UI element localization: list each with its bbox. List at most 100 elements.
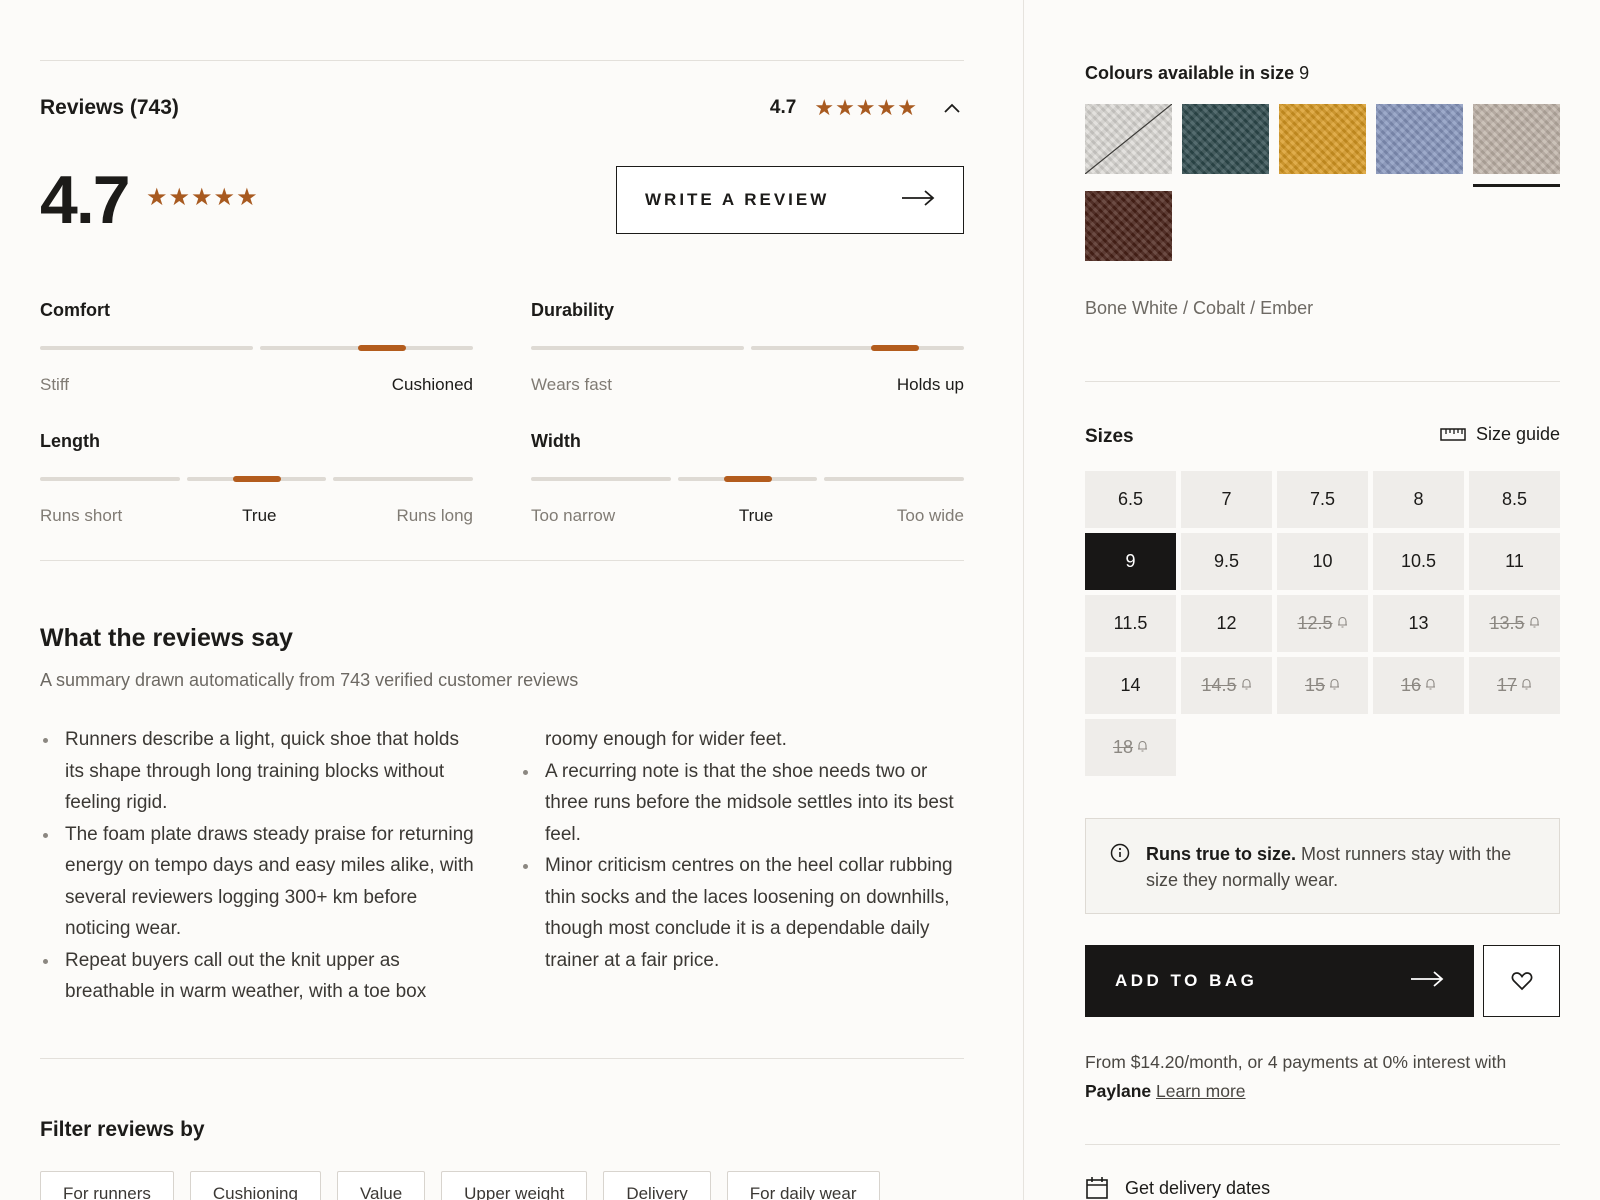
size-option[interactable]: 13.5 (1469, 595, 1560, 652)
finance-text: From $14.20/month, or 4 payments at 0% i… (1085, 1052, 1507, 1072)
filter-chip[interactable]: Cushioning (189, 1171, 321, 1200)
filter-chip[interactable]: Value (336, 1171, 426, 1200)
delivery-dates-link[interactable]: Get delivery dates (1085, 1176, 1270, 1200)
star-icon: ★ (236, 184, 258, 211)
teal-swatch[interactable] (1182, 104, 1269, 174)
arrow-right-icon (1410, 970, 1444, 992)
sizes-title: Sizes (1085, 426, 1134, 447)
chevron-up-icon[interactable] (940, 96, 964, 120)
track-segment (40, 477, 180, 481)
star-icon: ★ (213, 184, 236, 211)
size-option[interactable]: 9 (1085, 533, 1176, 590)
size-option[interactable]: 8 (1373, 471, 1464, 528)
summary-column-2: roomy enough for wider feet. A recurring… (520, 724, 960, 976)
bell-icon (1337, 616, 1348, 631)
size-option[interactable]: 7.5 (1277, 471, 1368, 528)
star-icon: ★ (146, 184, 168, 211)
size-option[interactable]: 13 (1373, 595, 1464, 652)
size-option[interactable]: 11.5 (1085, 595, 1176, 652)
filter-chip[interactable]: Delivery (603, 1171, 711, 1200)
selected-indicator (1473, 184, 1560, 187)
size-guide-label: Size guide (1475, 424, 1560, 444)
filter-title: Filter reviews by (40, 1118, 205, 1141)
colours-label-text: Colours available in size (1085, 63, 1295, 83)
write-review-button[interactable]: WRITE A REVIEW (616, 166, 964, 234)
size-option[interactable]: 17 (1469, 657, 1560, 714)
size-option[interactable]: 16 (1373, 657, 1464, 714)
metric-label: Too narrow (531, 506, 616, 525)
size-label: 7.5 (1309, 489, 1336, 509)
metric-label: Stiff (40, 375, 69, 394)
learn-more-link[interactable]: Learn more (1156, 1081, 1246, 1101)
reviews-panel: Reviews (743) 4.7 ★ ★ ★ ★ ★ 4.7 ★ ★ ★ ★ ★ WRITE … (40, 0, 965, 1200)
star-icon: ★ (191, 184, 213, 211)
add-to-bag-label: ADD TO BAG (1115, 971, 1258, 990)
star-icon: ★ (855, 95, 876, 120)
star-icon: ★ (835, 95, 855, 120)
size-option[interactable]: 11 (1469, 533, 1560, 590)
summary-bullet: The foam plate draws steady praise for r… (40, 819, 480, 945)
filter-chip[interactable]: For runners (40, 1171, 174, 1200)
size-option[interactable]: 10 (1277, 533, 1368, 590)
calendar-icon (1086, 1177, 1108, 1199)
size-option[interactable]: 14.5 (1181, 657, 1272, 714)
arrow-right-icon (901, 189, 935, 211)
filter-chip[interactable]: For daily wear (726, 1171, 880, 1200)
metric-length: Length Runs short True Runs long (40, 431, 474, 525)
reviews-title: Reviews (743) (40, 96, 179, 119)
divider (40, 60, 964, 61)
cobalt-swatch[interactable] (1376, 104, 1463, 174)
colour-swatches (1085, 104, 1560, 261)
swatch-image (1182, 104, 1269, 174)
metric-label: Holds up (896, 375, 964, 394)
size-label: 13.5 (1489, 613, 1525, 633)
reviews-summary-toggle[interactable]: 4.7 ★ ★ ★ ★ ★ (770, 96, 964, 120)
metric-label: Runs short (40, 506, 123, 525)
track-segment (40, 346, 253, 350)
write-review-label: WRITE A REVIEW (645, 190, 830, 209)
metric-marker (724, 476, 772, 482)
ember-swatch[interactable] (1279, 104, 1366, 174)
metric-title: Durability (531, 300, 615, 320)
size-option[interactable]: 14 (1085, 657, 1176, 714)
brown-swatch[interactable] (1085, 191, 1172, 261)
size-label: 9 (1125, 551, 1136, 571)
bone-white-swatch[interactable] (1085, 104, 1172, 174)
size-label: 16 (1400, 675, 1422, 695)
size-option[interactable]: 8.5 (1469, 471, 1560, 528)
header-stars: ★ ★ ★ ★ ★ (814, 97, 918, 119)
delivery-label: Get delivery dates (1125, 1177, 1271, 1198)
track-segment (824, 477, 965, 481)
metric-label: Runs long (396, 506, 473, 525)
size-guide-link[interactable]: Size guide (1440, 424, 1560, 445)
metric-labels: Wears fast Holds up (531, 375, 964, 395)
oatmeal-swatch[interactable] (1473, 104, 1560, 187)
divider (1085, 1144, 1560, 1145)
size-option[interactable]: 7 (1181, 471, 1272, 528)
metric-label: True (738, 506, 774, 525)
summary-subtitle: A summary drawn automatically from 743 v… (40, 670, 579, 690)
size-option[interactable]: 15 (1277, 657, 1368, 714)
swatch-image (1279, 104, 1366, 174)
size-label: 18 (1112, 737, 1134, 757)
add-to-bag-button[interactable]: ADD TO BAG (1085, 945, 1474, 1017)
header-score: 4.7 (769, 97, 797, 118)
unavailable-slash (1085, 104, 1172, 174)
summary-title: What the reviews say (40, 624, 293, 652)
size-option[interactable]: 6.5 (1085, 471, 1176, 528)
panel-divider (1023, 0, 1024, 1200)
metric-label: True (242, 506, 277, 525)
size-option[interactable]: 10.5 (1373, 533, 1464, 590)
size-option[interactable]: 18 (1085, 719, 1176, 776)
filter-chip[interactable]: Upper weight (441, 1171, 588, 1200)
size-label: 9.5 (1213, 551, 1240, 571)
size-option[interactable]: 9.5 (1181, 533, 1272, 590)
bell-icon (1521, 678, 1532, 693)
size-option[interactable]: 12.5 (1277, 595, 1368, 652)
metric-label: Cushioned (391, 375, 473, 394)
divider (40, 1058, 964, 1059)
finance-info: From $14.20/month, or 4 payments at 0% i… (1085, 1048, 1560, 1106)
size-option[interactable]: 12 (1181, 595, 1272, 652)
wishlist-button[interactable] (1483, 945, 1560, 1017)
ruler-icon (1440, 427, 1466, 441)
